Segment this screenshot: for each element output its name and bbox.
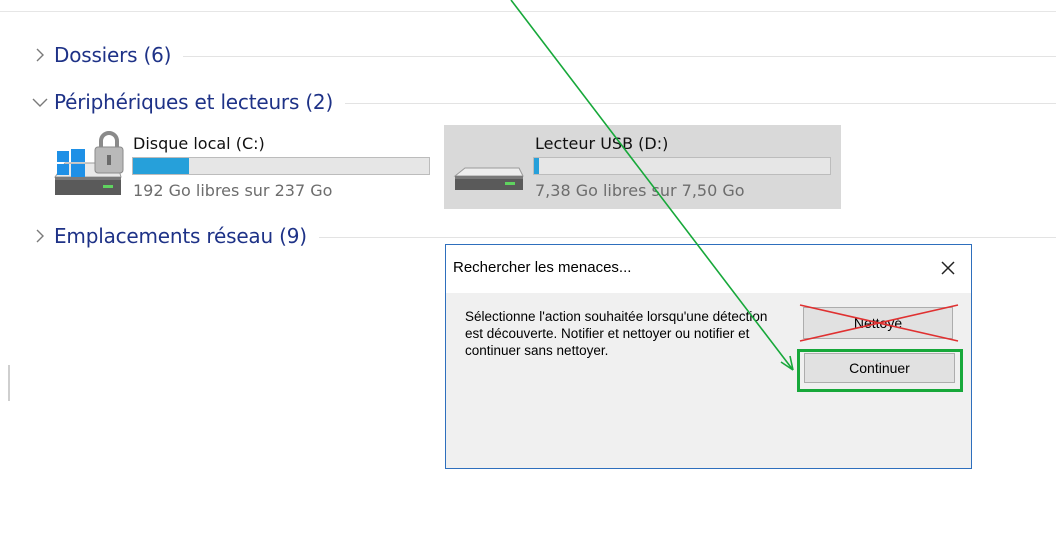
dialog-message: Sélectionne l'action souhaitée lorsqu'un… [465, 309, 768, 358]
top-divider [0, 11, 1056, 12]
chevron-right-icon[interactable] [30, 226, 50, 246]
group-divider [318, 236, 1056, 238]
scan-dialog: Rechercher les menaces... Sélectionne l'… [445, 244, 972, 469]
drive-name: Disque local (C:) [133, 134, 265, 153]
group-header-devices[interactable]: Périphériques et lecteurs (2) [30, 87, 1056, 117]
chevron-right-icon[interactable] [30, 45, 50, 65]
drive-tile-d[interactable]: Lecteur USB (D:) 7,38 Go libres sur 7,50… [444, 125, 841, 209]
drive-capacity-fill [133, 158, 190, 174]
drive-capacity-bar [132, 157, 430, 175]
group-divider [183, 55, 1056, 57]
group-header-folders[interactable]: Dossiers (6) [30, 40, 1056, 70]
usb-drive-icon [453, 164, 525, 198]
scroll-indicator [8, 365, 10, 401]
dialog-title: Rechercher les menaces... [453, 259, 632, 276]
drive-capacity-fill [534, 158, 539, 174]
dialog-titlebar[interactable]: Rechercher les menaces... [446, 245, 971, 293]
group-divider [345, 102, 1056, 104]
continue-button-label: Continuer [849, 360, 910, 376]
screen: Dossiers (6) Périphériques et lecteurs (… [0, 0, 1056, 547]
continue-button[interactable]: Continuer [804, 353, 955, 383]
group-label-devices: Périphériques et lecteurs (2) [54, 90, 334, 114]
drive-name: Lecteur USB (D:) [535, 134, 669, 153]
group-label-network: Emplacements réseau (9) [54, 224, 307, 248]
drive-tile-c[interactable]: Disque local (C:) 192 Go libres sur 237 … [44, 126, 441, 210]
drive-free-space: 7,38 Go libres sur 7,50 Go [535, 181, 745, 200]
drive-capacity-bar [533, 157, 831, 175]
drive-free-space: 192 Go libres sur 237 Go [133, 181, 333, 200]
group-label-folders: Dossiers (6) [54, 43, 172, 67]
close-icon[interactable] [935, 255, 961, 281]
clean-button[interactable]: Nettoyé [803, 307, 953, 339]
windows-locked-drive-icon [51, 129, 125, 205]
chevron-down-icon[interactable] [30, 92, 50, 112]
clean-button-label: Nettoyé [853, 315, 903, 331]
